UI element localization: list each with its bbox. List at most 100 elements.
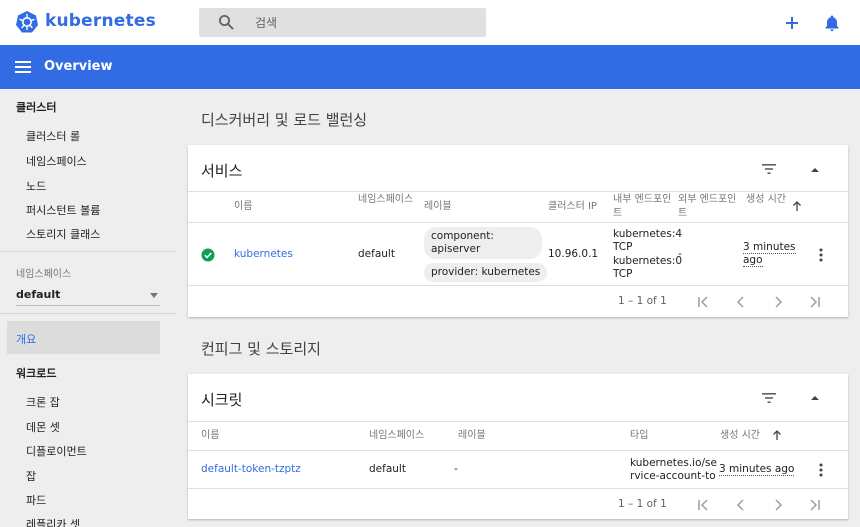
services-card: 서비스 이름 네임스페이스 레이블 클러스터 IP 내부 엔드포인트 외부 엔드…	[188, 145, 848, 317]
pagination-range: 1 – 1 of 1	[618, 498, 667, 510]
create-button[interactable]	[781, 12, 803, 34]
kubernetes-logo-icon[interactable]	[15, 10, 39, 34]
namespace-label: 네임스페이스	[16, 269, 72, 280]
sidebar-item-namespaces[interactable]: 네임스페이스	[26, 153, 87, 169]
service-name-link[interactable]: kubernetes	[234, 248, 293, 261]
collapse-button[interactable]	[808, 391, 822, 405]
sidebar-item-daemon-sets[interactable]: 데몬 셋	[26, 419, 60, 435]
internal-endpoint: kubernetes:4 TCP	[613, 228, 683, 253]
sort-ascending-icon[interactable]	[772, 429, 782, 441]
sidebar-item-replica-sets[interactable]: 레플리카 셋	[26, 516, 80, 527]
last-page-icon	[810, 499, 820, 511]
hamburger-icon	[15, 61, 31, 73]
page-header: Overview	[0, 45, 860, 89]
namespace-select[interactable]: default	[16, 288, 160, 306]
first-page-button[interactable]	[696, 294, 712, 310]
divider	[188, 191, 848, 192]
column-header-cluster-ip: 클러스터 IP	[548, 201, 597, 212]
sidebar: 클러스터 클러스터 롤 네임스페이스 노드 퍼시스턴트 볼륨 스토리지 클래스 …	[0, 89, 176, 527]
section-title-discovery: 디스커버리 및 로드 밸런싱	[201, 111, 368, 129]
sort-ascending-icon[interactable]	[792, 200, 802, 212]
more-vert-icon	[819, 463, 823, 477]
sidebar-item-deployments[interactable]: 디플로이먼트	[26, 443, 87, 459]
service-namespace: default	[358, 248, 395, 260]
last-page-button[interactable]	[806, 497, 822, 513]
divider	[188, 450, 848, 451]
service-cluster-ip: 10.96.0.1	[548, 248, 599, 260]
sidebar-item-jobs[interactable]: 잡	[26, 468, 36, 484]
first-page-button[interactable]	[696, 497, 712, 513]
internal-endpoint: kubernetes:0 TCP	[613, 255, 683, 280]
status-ok-icon	[201, 248, 215, 262]
sidebar-heading-cluster[interactable]: 클러스터	[16, 99, 56, 115]
page-title: Overview	[44, 59, 113, 74]
column-header-labels: 레이블	[458, 430, 486, 441]
column-header-namespace[interactable]: 네임스페이스	[369, 429, 424, 443]
search-box[interactable]	[199, 8, 486, 37]
first-page-icon	[698, 499, 708, 511]
secret-labels: -	[454, 463, 458, 475]
collapse-arrow-icon	[811, 168, 819, 172]
sidebar-divider	[0, 313, 176, 314]
search-input[interactable]	[255, 13, 475, 33]
top-bar: kubernetes	[0, 0, 860, 45]
column-header-namespace[interactable]: 네임스페이스	[358, 193, 414, 207]
secret-age: 3 minutes ago	[719, 463, 795, 476]
sidebar-item-persistent-volumes[interactable]: 퍼시스턴트 볼륨	[26, 202, 100, 218]
more-vert-icon	[819, 248, 823, 262]
brand-name[interactable]: kubernetes	[45, 11, 156, 31]
pagination-range: 1 – 1 of 1	[618, 295, 667, 307]
menu-button[interactable]	[13, 56, 35, 78]
filter-button[interactable]	[760, 389, 778, 407]
column-header-internal-endpoints: 내부 엔드포인트	[613, 194, 672, 219]
more-options-button[interactable]	[819, 248, 823, 262]
filter-icon	[762, 393, 776, 403]
chevron-left-icon	[736, 499, 744, 511]
notifications-button[interactable]	[821, 12, 843, 34]
filter-button[interactable]	[760, 160, 778, 178]
previous-page-button[interactable]	[733, 294, 749, 310]
sidebar-item-pods[interactable]: 파드	[26, 492, 46, 508]
search-icon	[219, 15, 234, 30]
last-page-icon	[810, 296, 820, 308]
column-header-age[interactable]: 생성 시간	[746, 193, 786, 207]
sidebar-item-overview[interactable]: 개요	[7, 321, 160, 354]
divider	[188, 421, 848, 422]
divider	[188, 222, 848, 223]
next-page-button[interactable]	[770, 294, 786, 310]
plus-icon	[786, 17, 798, 29]
section-title-config: 컨피그 및 스토리지	[201, 340, 321, 358]
sidebar-item-nodes[interactable]: 노드	[26, 178, 46, 194]
chevron-right-icon	[775, 296, 783, 308]
secrets-card: 시크릿 이름 네임스페이스 레이블 타입 생성 시간 default-token…	[188, 374, 848, 519]
sidebar-divider	[0, 251, 176, 252]
column-header-labels: 레이블	[424, 201, 452, 212]
chevron-left-icon	[736, 296, 744, 308]
card-title: 서비스	[201, 162, 243, 180]
last-page-button[interactable]	[806, 294, 822, 310]
column-header-name[interactable]: 이름	[234, 200, 252, 214]
divider	[188, 488, 848, 489]
filter-icon	[762, 164, 776, 174]
sidebar-item-label: 개요	[16, 333, 37, 346]
secret-name-link[interactable]: default-token-tzptz	[201, 463, 301, 476]
column-header-age[interactable]: 생성 시간	[720, 429, 760, 443]
collapse-arrow-icon	[811, 396, 819, 400]
more-options-button[interactable]	[819, 463, 823, 477]
secret-namespace: default	[369, 463, 406, 475]
collapse-button[interactable]	[808, 163, 822, 177]
previous-page-button[interactable]	[733, 497, 749, 513]
sidebar-item-cron-jobs[interactable]: 크론 잡	[26, 394, 60, 410]
bell-icon	[825, 15, 839, 32]
chevron-right-icon	[775, 499, 783, 511]
service-age: 3 minutes ago	[743, 241, 796, 267]
namespace-value: default	[16, 288, 61, 301]
sidebar-item-cluster-roles[interactable]: 클러스터 롤	[26, 128, 80, 144]
column-header-name[interactable]: 이름	[201, 429, 219, 443]
next-page-button[interactable]	[770, 497, 786, 513]
card-title: 시크릿	[201, 391, 243, 409]
sidebar-heading-workloads[interactable]: 워크로드	[16, 365, 56, 381]
column-header-type: 타입	[630, 430, 649, 441]
sidebar-item-storage-classes[interactable]: 스토리지 클래스	[26, 226, 100, 242]
label-chip: component: apiserver	[424, 227, 542, 259]
